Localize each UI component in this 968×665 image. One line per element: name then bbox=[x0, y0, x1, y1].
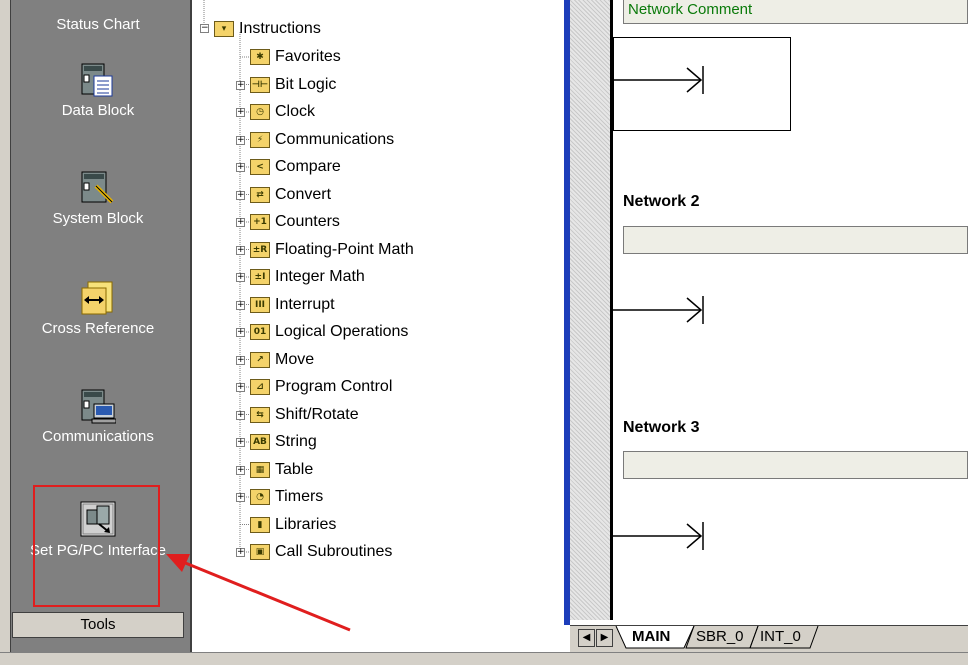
nav-item-label: Communications bbox=[42, 428, 154, 445]
integer-math-icon: ±I bbox=[250, 269, 270, 285]
tree-item-label: String bbox=[275, 433, 317, 450]
tree-item-label: Table bbox=[275, 460, 314, 478]
tree-item-label: Integer Math bbox=[275, 268, 365, 285]
tree-item-label: Timers bbox=[275, 488, 324, 505]
network-3-comment[interactable] bbox=[623, 451, 968, 479]
expand-icon[interactable]: + bbox=[236, 300, 245, 310]
logical-ops-icon: 01 bbox=[250, 324, 270, 340]
tree-item-label: Floating-Point Math bbox=[275, 240, 414, 258]
network-1-rung-arrow-icon bbox=[613, 66, 704, 94]
tree-root-label: Instructions bbox=[239, 20, 321, 37]
nav-item-label: Data Block bbox=[61, 102, 135, 119]
expand-icon[interactable]: + bbox=[236, 135, 245, 145]
communications-icon: ⚡ bbox=[250, 131, 270, 148]
system-block-icon bbox=[81, 171, 114, 204]
cross-reference-icon bbox=[81, 281, 113, 315]
floating-point-icon: ±R bbox=[250, 241, 270, 258]
expand-icon[interactable]: + bbox=[236, 438, 245, 447]
highlight-box bbox=[33, 485, 160, 607]
annotation-arrow-icon bbox=[166, 554, 351, 632]
tree-item-label: Move bbox=[275, 350, 315, 368]
program-tab-bar: ◀ ▶ MAIN SBR_0 INT_0 bbox=[570, 625, 968, 653]
expand-icon[interactable]: + bbox=[236, 383, 245, 392]
folder-icon: ▾ bbox=[214, 21, 234, 37]
expand-icon[interactable]: + bbox=[236, 410, 245, 420]
shift-rotate-icon: ⇆ bbox=[250, 406, 270, 423]
table-icon: ▦ bbox=[250, 461, 270, 478]
expand-icon[interactable]: + bbox=[236, 493, 245, 502]
star-folder-icon: ✱ bbox=[250, 49, 270, 65]
clock-icon: ◷ bbox=[250, 104, 270, 120]
tab-int-0[interactable]: INT_0 bbox=[760, 626, 801, 648]
interrupt-icon: III bbox=[250, 296, 270, 313]
network-3-rung-arrow-icon bbox=[613, 522, 704, 550]
expand-icon[interactable]: + bbox=[236, 190, 245, 200]
expand-icon[interactable]: + bbox=[236, 80, 245, 90]
network-1-comment[interactable]: Network Comment bbox=[623, 0, 968, 24]
expand-icon[interactable]: + bbox=[236, 163, 245, 172]
tree-item-label: Counters bbox=[275, 213, 340, 230]
tab-main[interactable]: MAIN bbox=[632, 626, 670, 648]
nav-item-label: System Block bbox=[52, 210, 144, 227]
status-bar bbox=[0, 652, 968, 665]
tree-item-label: Compare bbox=[275, 158, 341, 175]
tab-scroll-left-icon[interactable]: ◀ bbox=[578, 629, 595, 647]
expand-icon[interactable]: + bbox=[236, 108, 245, 117]
expand-icon[interactable]: + bbox=[236, 355, 245, 365]
move-icon: ↗ bbox=[250, 351, 270, 368]
tab-sbr-0[interactable]: SBR_0 bbox=[696, 626, 744, 648]
expand-icon[interactable]: + bbox=[236, 245, 245, 255]
expand-icon[interactable]: + bbox=[236, 328, 245, 337]
nav-item-cross-reference[interactable]: Cross Reference bbox=[14, 280, 182, 337]
tree-item-label: Program Control bbox=[275, 378, 393, 395]
tab-scroll-right-icon[interactable]: ▶ bbox=[596, 629, 613, 647]
program-control-icon: ⊿ bbox=[250, 379, 270, 395]
tree-item-label: Favorites bbox=[275, 48, 341, 65]
compare-icon: < bbox=[250, 159, 270, 175]
bit-logic-icon: ⊣⊢ bbox=[250, 76, 270, 93]
collapse-icon[interactable]: − bbox=[200, 24, 209, 33]
tree-item-label: Bit Logic bbox=[275, 75, 337, 93]
network-2-title: Network 2 bbox=[623, 193, 700, 210]
tree-item-label: Convert bbox=[275, 185, 332, 203]
nav-item-label: Status Chart bbox=[56, 16, 140, 33]
tree-item-label: Logical Operations bbox=[275, 323, 409, 340]
nav-item-system-block[interactable]: System Block bbox=[14, 170, 182, 227]
network-3-title: Network 3 bbox=[623, 419, 700, 436]
network-2-comment[interactable] bbox=[623, 226, 968, 254]
timers-icon: ◔ bbox=[250, 489, 270, 505]
data-block-icon bbox=[81, 63, 113, 97]
tree-item-label: Communications bbox=[275, 130, 395, 148]
nav-item-status-chart[interactable]: Status Chart bbox=[14, 16, 182, 33]
tree-item-label: Clock bbox=[275, 103, 316, 120]
editor-gutter bbox=[570, 0, 610, 620]
nav-item-data-block[interactable]: Data Block bbox=[14, 62, 182, 119]
tree-item-label: Interrupt bbox=[275, 295, 335, 313]
communications-icon bbox=[81, 389, 116, 424]
convert-icon: ⇄ bbox=[250, 186, 270, 203]
nav-item-label: Cross Reference bbox=[41, 320, 155, 337]
nav-item-communications[interactable]: Communications bbox=[14, 388, 182, 445]
tree-item-label: Shift/Rotate bbox=[275, 405, 359, 423]
expand-icon[interactable]: + bbox=[236, 218, 245, 227]
navbar-edge bbox=[0, 0, 11, 652]
expand-icon[interactable]: + bbox=[236, 465, 245, 475]
expand-icon[interactable]: + bbox=[236, 273, 245, 282]
network-2-rung-arrow-icon bbox=[613, 296, 704, 324]
counters-icon: +1 bbox=[250, 214, 270, 230]
string-icon: AB bbox=[250, 434, 270, 450]
